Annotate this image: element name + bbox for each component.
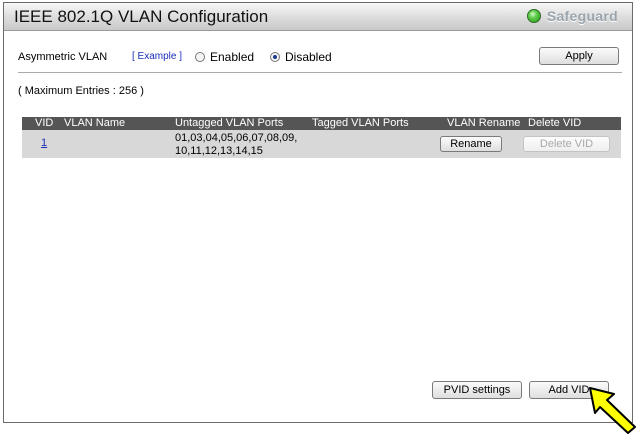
header-delete-vid: Delete VID — [528, 117, 582, 129]
header-tagged-ports: Tagged VLAN Ports — [312, 117, 409, 129]
radio-enabled[interactable]: Enabled — [195, 50, 254, 64]
title-bar: IEEE 802.1Q VLAN Configuration Safeguard — [4, 3, 632, 31]
untagged-ports-cell: 01,03,04,05,06,07,08,09, 10,11,12,13,14,… — [175, 132, 297, 158]
max-entries-text: ( Maximum Entries : 256 ) — [18, 85, 144, 97]
safeguard-indicator: Safeguard — [526, 8, 618, 24]
vid-link[interactable]: 1 — [41, 137, 47, 149]
divider — [18, 72, 622, 73]
header-vlan-name: VLAN Name — [64, 117, 126, 129]
header-vlan-rename: VLAN Rename — [447, 117, 521, 129]
apply-button[interactable]: Apply — [539, 47, 619, 65]
radio-disabled[interactable]: Disabled — [270, 50, 332, 64]
asymmetric-vlan-label: Asymmetric VLAN — [18, 51, 108, 63]
vlan-config-panel: IEEE 802.1Q VLAN Configuration Safeguard… — [3, 2, 633, 423]
page-title: IEEE 802.1Q VLAN Configuration — [14, 7, 269, 26]
radio-enabled-circle[interactable] — [195, 52, 205, 62]
header-untagged-ports: Untagged VLAN Ports — [175, 117, 284, 129]
radio-disabled-circle[interactable] — [270, 52, 280, 62]
untagged-ports-line: 10,11,12,13,14,15 — [175, 145, 263, 157]
pvid-settings-button[interactable]: PVID settings — [432, 381, 522, 399]
status-led-icon — [526, 9, 541, 23]
table-header: VID VLAN Name Untagged VLAN Ports Tagged… — [22, 117, 621, 130]
radio-disabled-label: Disabled — [285, 50, 332, 64]
delete-vid-button[interactable]: Delete VID — [523, 136, 610, 152]
rename-button[interactable]: Rename — [440, 136, 502, 152]
example-link[interactable]: [ Example ] — [132, 51, 182, 62]
safeguard-label: Safeguard — [546, 8, 618, 24]
radio-enabled-label: Enabled — [210, 50, 255, 64]
asymmetric-vlan-row: Asymmetric VLAN [ Example ] Enabled Disa… — [18, 49, 623, 69]
untagged-ports-line: 01,03,04,05,06,07,08,09, — [175, 132, 298, 144]
table-row: 1 01,03,04,05,06,07,08,09, 10,11,12,13,1… — [22, 130, 621, 158]
vlan-table: VID VLAN Name Untagged VLAN Ports Tagged… — [22, 117, 621, 158]
pointer-arrow-icon — [589, 387, 636, 434]
header-vid: VID — [35, 117, 54, 129]
